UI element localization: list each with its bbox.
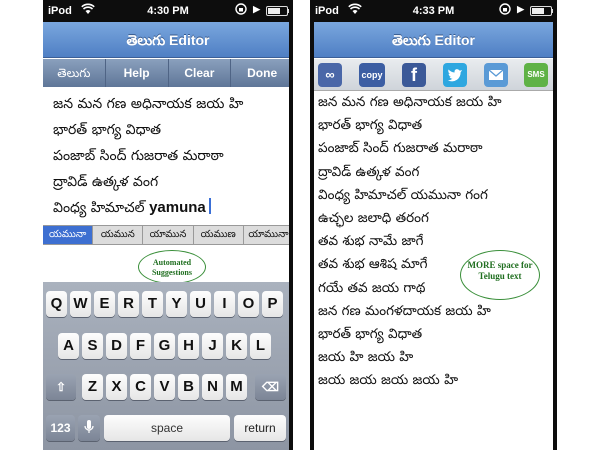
email-button[interactable] [484, 63, 508, 87]
text-line: ఉచ్ఛల జలాధి తరంగ [318, 210, 429, 227]
text-line: జయ జయ జయ జయ హి [318, 372, 459, 389]
key-s[interactable]: S [82, 333, 103, 359]
keyboard-row-1: Q W E R T Y U I O P [43, 291, 293, 317]
share-toolbar: ∞ copy f SMS [310, 59, 557, 91]
current-line-latin: yamuna [149, 199, 206, 216]
device-bezel [310, 0, 314, 450]
key-w[interactable]: W [70, 291, 91, 317]
key-l[interactable]: L [250, 333, 271, 359]
text-cursor [208, 198, 211, 214]
key-b[interactable]: B [178, 374, 199, 400]
done-button[interactable]: Done [231, 59, 293, 87]
key-v[interactable]: V [154, 374, 175, 400]
more-space-callout: MORE space for Telugu text [460, 250, 540, 300]
key-r[interactable]: R [118, 291, 139, 317]
text-line: జన మన గణ అధినాయక జయ హి [53, 96, 244, 112]
key-d[interactable]: D [106, 333, 127, 359]
key-t[interactable]: T [142, 291, 163, 317]
key-o[interactable]: O [238, 291, 259, 317]
app-title: తెలుగు Editor [310, 22, 557, 58]
numbers-key[interactable]: 123 [46, 415, 75, 441]
play-icon: ▶ [517, 4, 524, 14]
text-line: జన గణ మంగళదాయక జయ హి [318, 302, 491, 319]
key-c[interactable]: C [130, 374, 151, 400]
text-line: తవ శుభ నామే జాగే [318, 233, 424, 250]
key-k[interactable]: K [226, 333, 247, 359]
orientation-lock-icon [499, 3, 511, 18]
language-button[interactable]: తెలుగు [43, 59, 106, 87]
suggestion-item[interactable]: యమునా [43, 226, 94, 244]
suggestion-item[interactable]: యామున [143, 226, 194, 244]
text-line: ద్రావిడ్ ఉత్కళ వంగ [53, 174, 159, 190]
suggestions-callout: Automated Suggestions [138, 250, 206, 284]
space-key[interactable]: space [104, 415, 230, 441]
device-bezel [553, 0, 557, 450]
text-editor[interactable]: జన మన గణ అధినాయక జయ హి భారత్ భాగ్య విధాత… [43, 87, 293, 225]
editor-screen-full: iPod 4:33 PM ▶ తెలుగు Editor ∞ copy f SM… [310, 0, 557, 450]
text-line: భారత్ భాగ్య విధాత [318, 117, 423, 134]
current-text-line: వింధ్య హిమాచల్ yamuna [53, 195, 283, 221]
text-line: జయ హి జయ హి [318, 349, 414, 366]
shift-key[interactable]: ⇧ [46, 374, 76, 400]
shift-icon: ⇧ [55, 380, 67, 394]
key-j[interactable]: J [202, 333, 223, 359]
orientation-lock-icon [235, 3, 247, 18]
twitter-button[interactable] [443, 63, 467, 87]
clear-button[interactable]: Clear [169, 59, 232, 87]
sms-button[interactable]: SMS [524, 63, 548, 87]
text-line: పంజాబ్ సింద్ గుజరాత మరాఠా [318, 140, 483, 157]
battery-icon [266, 6, 290, 16]
key-z[interactable]: Z [82, 374, 103, 400]
key-u[interactable]: U [190, 291, 211, 317]
facebook-icon: f [411, 65, 417, 85]
copy-button[interactable]: copy [359, 63, 385, 87]
text-line: జన మన గణ అధినాయక జయ హి [318, 94, 502, 110]
keyboard-row-2: A S D F G H J K L [43, 333, 293, 359]
text-line: భారత్ భాగ్య విధాత [53, 122, 162, 138]
status-bar: iPod 4:30 PM ▶ [43, 0, 293, 22]
keyboard-row-3: ⇧ Z X C V B N M ⌫ [43, 374, 293, 400]
help-button[interactable]: Help [106, 59, 169, 87]
suggestion-bar: యమునా యమున యామున యముణ యామునా [43, 225, 293, 245]
text-line: వింధ్య హిమాచల్ యమునా గంగ [318, 186, 488, 203]
key-y[interactable]: Y [166, 291, 187, 317]
keyboard-row-4: 123 space return [43, 415, 293, 441]
key-q[interactable]: Q [46, 291, 67, 317]
suggestion-item[interactable]: యముణ [194, 226, 244, 244]
editor-screen-typing: iPod 4:30 PM ▶ తెలుగు Editor తెలుగు Help… [43, 0, 293, 450]
key-e[interactable]: E [94, 291, 115, 317]
return-key[interactable]: return [234, 415, 286, 441]
device-bezel [289, 0, 293, 450]
status-bar: iPod 4:33 PM ▶ [310, 0, 557, 22]
key-f[interactable]: F [130, 333, 151, 359]
current-line-telugu: వింధ్య హిమాచల్ [53, 200, 145, 216]
key-h[interactable]: H [178, 333, 199, 359]
infinity-icon: ∞ [325, 67, 335, 82]
microphone-icon [84, 420, 94, 435]
dictation-key[interactable] [78, 415, 100, 441]
share-app-button[interactable]: ∞ [318, 63, 342, 87]
battery-icon [530, 6, 554, 16]
suggestion-item[interactable]: యామునా [244, 226, 293, 244]
facebook-button[interactable]: f [402, 63, 426, 87]
key-x[interactable]: X [106, 374, 127, 400]
key-p[interactable]: P [262, 291, 283, 317]
key-g[interactable]: G [154, 333, 175, 359]
key-m[interactable]: M [226, 374, 247, 400]
suggestion-item[interactable]: యమున [93, 226, 144, 244]
mail-icon [488, 67, 504, 83]
key-n[interactable]: N [202, 374, 223, 400]
text-line: భారత్ భాగ్య విధాత [318, 326, 423, 343]
twitter-bird-icon [447, 67, 463, 83]
key-i[interactable]: I [214, 291, 235, 317]
backspace-key[interactable]: ⌫ [255, 374, 286, 400]
play-icon: ▶ [253, 4, 260, 14]
backspace-icon: ⌫ [262, 380, 279, 394]
text-line: ద్రావిడ్ ఉత్కళ వంగ [318, 163, 420, 180]
key-a[interactable]: A [58, 333, 79, 359]
keyboard: Q W E R T Y U I O P A S D F G H J K L ⇧ … [43, 282, 293, 450]
editor-toolbar: తెలుగు Help Clear Done [43, 59, 293, 87]
text-line: పంజాబ్ సింద్ గుజరాత మరాఠా [53, 148, 224, 164]
app-title: తెలుగు Editor [43, 22, 293, 58]
